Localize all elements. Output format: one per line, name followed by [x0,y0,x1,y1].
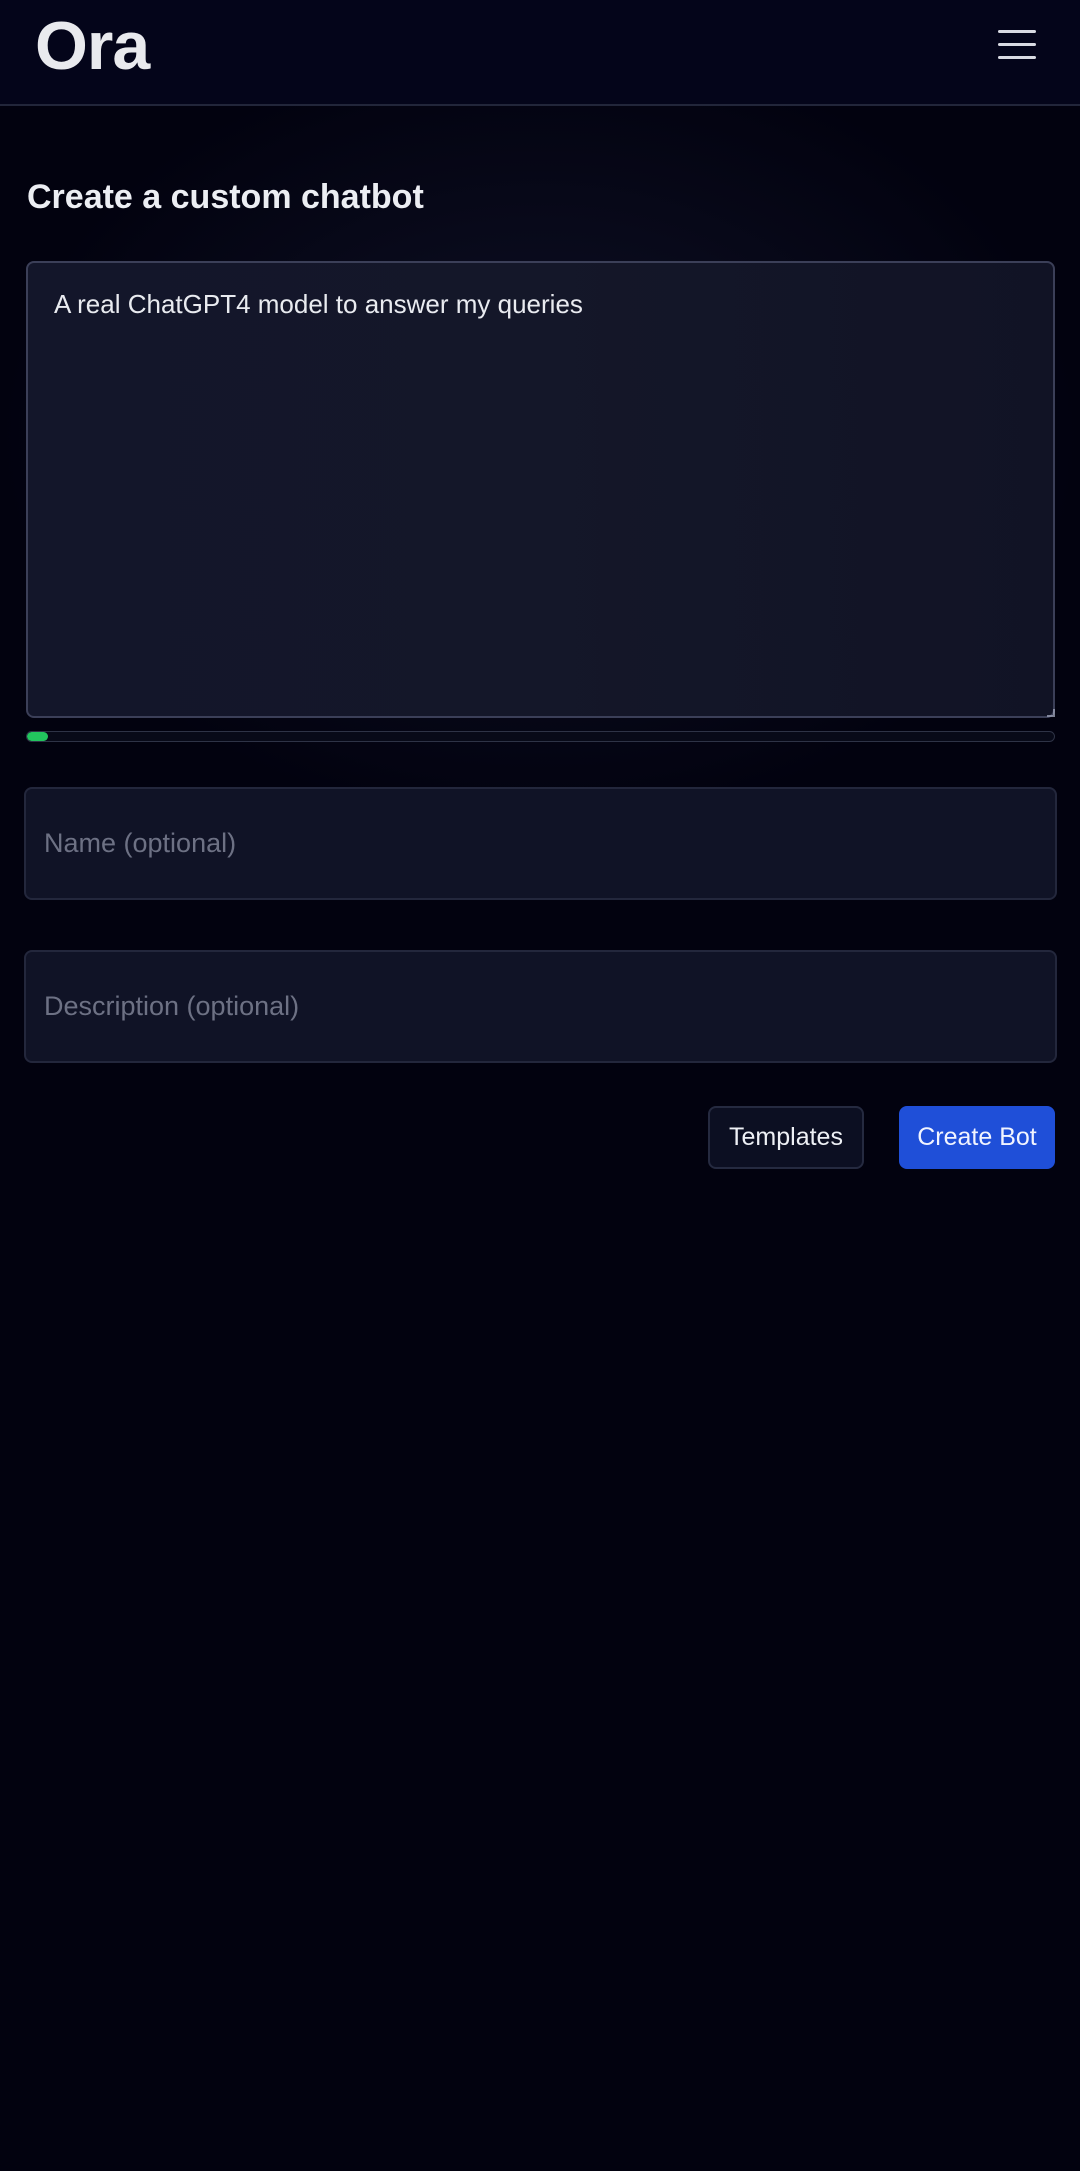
prompt-progress-fill [27,732,48,741]
app-logo[interactable]: Ora [35,6,150,86]
menu-line [998,30,1036,33]
templates-button[interactable]: Templates [708,1106,864,1169]
textarea-resize-handle[interactable] [1047,709,1055,717]
top-bar: Ora [0,0,1080,106]
bot-prompt-textarea[interactable] [26,261,1055,718]
page-title: Create a custom chatbot [27,178,424,216]
name-input[interactable] [24,787,1057,900]
menu-line [998,56,1036,59]
create-bot-button[interactable]: Create Bot [899,1106,1055,1169]
description-input[interactable] [24,950,1057,1063]
prompt-progress-bar [26,731,1055,742]
hamburger-menu-icon[interactable] [996,28,1042,62]
menu-line [998,43,1036,46]
